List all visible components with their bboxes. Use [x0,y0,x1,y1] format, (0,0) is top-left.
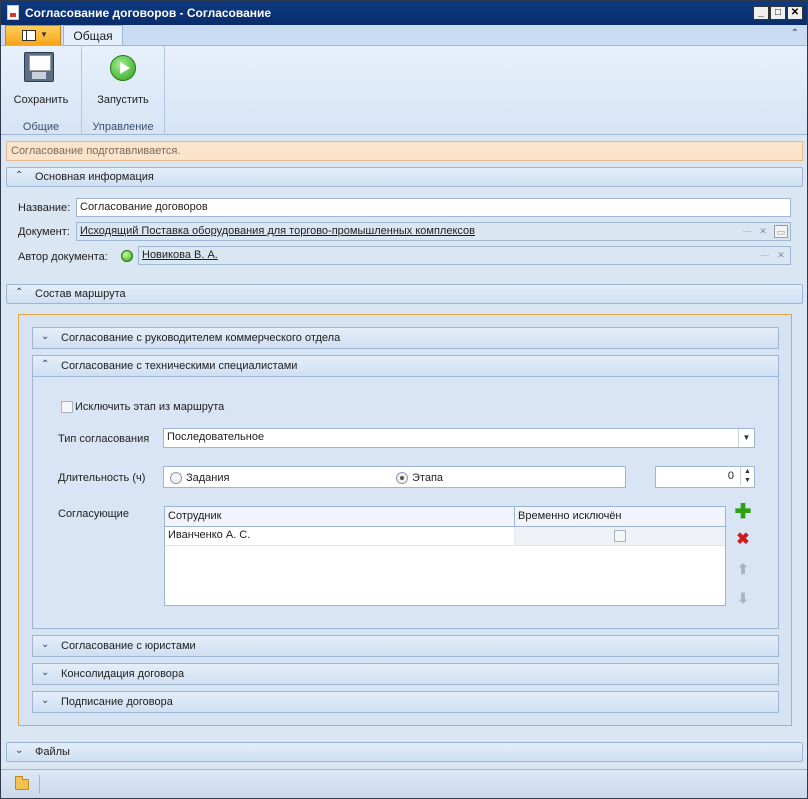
name-field[interactable]: Согласование договоров [76,198,791,217]
chevron-down-icon: ▼ [40,30,48,39]
approvers-grid: Сотрудник Временно исключён Иванченко А.… [164,506,726,606]
radio-stage-label: Этапа [412,472,444,484]
app-menu-button[interactable]: ▼ [5,25,61,45]
duration-spinner[interactable]: 0 ▲ ▼ [655,466,755,488]
author-field[interactable]: Новикова В. А. ⋯ ✕ [138,246,791,265]
add-approver-button[interactable]: ✚ [732,501,754,523]
radio-tasks-label: Задания [186,472,230,484]
group-label-common: Общие [22,121,60,133]
stage-label: Согласование с техническими специалистам… [61,360,298,372]
maximize-button[interactable]: □ [770,6,786,20]
name-label: Название: [18,202,71,214]
approval-type-label: Тип согласования [58,433,150,445]
bottom-toolbar [1,769,807,798]
chevron-up-icon: ⌃ [41,359,50,370]
approvers-label: Согласующие [58,508,129,520]
exclude-stage-label: Исключить этап из маршрута [75,401,225,413]
move-up-button[interactable]: ⬆ [732,558,754,580]
approval-type-value: Последовательное [167,431,265,443]
stage-item[interactable]: ⌄ Консолидация договора [32,663,779,685]
toolbar-divider [39,775,40,793]
spinner-arrows-icon[interactable]: ▲ ▼ [740,467,754,485]
minimize-button[interactable]: _ [753,6,769,20]
radio-stage[interactable] [396,472,408,484]
duration-mode-group: Задания Этапа [163,466,626,488]
close-button[interactable]: ✕ [787,6,803,20]
ribbon-group-common: Сохранить Общие [1,46,82,135]
move-down-button[interactable]: ⬇ [732,587,754,609]
folder-icon[interactable] [15,776,29,790]
delete-approver-button[interactable]: ✖ [732,529,754,551]
document-label: Документ: [18,226,70,238]
basic-info-header[interactable]: ⌃ Основная информация [6,167,803,187]
chevron-down-icon[interactable]: ▼ [738,429,754,447]
save-label: Сохранить [13,94,69,106]
column-header-excluded[interactable]: Временно исключён [515,507,725,527]
ribbon-group-control: Запустить Управление [82,46,165,135]
arrow-up-icon: ⬆ [737,561,749,577]
stage-details: Исключить этап из маршрута Тип согласова… [32,377,779,629]
run-label: Запустить [97,94,149,106]
duration-value: 0 [727,470,734,482]
document-field[interactable]: Исходящий Поставка оборудования для торг… [76,222,791,241]
document-icon [7,5,19,20]
chevron-down-icon: ⌄ [41,639,50,650]
save-button[interactable]: Сохранить [7,50,75,110]
stage-item[interactable]: ⌄ Подписание договора [32,691,779,713]
stage-label: Консолидация договора [61,668,185,680]
open-document-icon[interactable]: ▭ [774,225,788,238]
route-header[interactable]: ⌃ Состав маршрута [6,284,803,304]
chevron-up-icon: ⌃ [15,170,24,181]
duration-label: Длительность (ч) [58,472,146,484]
status-message: Согласование подготавливается. [6,141,803,161]
more-icon[interactable]: ⋯ [758,249,772,262]
radio-tasks[interactable] [170,472,182,484]
route-stages-area: ⌄ Согласование с руководителем коммерчес… [18,314,792,726]
layout-icon [22,30,36,41]
stage-item[interactable]: ⌄ Согласование с юристами [32,635,779,657]
chevron-down-icon: ⌄ [41,695,50,706]
ribbon: Сохранить Общие Запустить Управление [1,45,807,135]
group-label-control: Управление [92,121,154,133]
plus-icon: ✚ [734,501,752,523]
table-cell-excluded[interactable] [515,527,725,546]
stage-item-expanded[interactable]: ⌃ Согласование с техническими специалист… [32,355,779,377]
temporarily-excluded-checkbox[interactable] [614,530,626,542]
chevron-down-icon: ⌄ [15,745,24,756]
table-row[interactable]: Иванченко А. С. [165,527,515,546]
stage-label: Согласование с руководителем коммерческо… [61,332,341,344]
route-title: Состав маршрута [35,288,126,300]
approval-type-select[interactable]: Последовательное ▼ [163,428,755,448]
x-icon: ✖ [736,531,750,548]
tab-general[interactable]: Общая [63,25,123,46]
author-label: Автор документа: [18,251,108,263]
floppy-disk-icon [24,52,54,82]
title-bar: Согласование договоров - Согласование _ … [1,1,807,25]
arrow-down-icon: ⬇ [737,590,749,606]
app-window: Согласование договоров - Согласование _ … [0,0,808,799]
files-title: Файлы [35,746,70,758]
document-link[interactable]: Исходящий Поставка оборудования для торг… [80,225,475,237]
stage-item[interactable]: ⌄ Согласование с руководителем коммерчес… [32,327,779,349]
play-icon [110,55,136,81]
author-link[interactable]: Новикова В. А. [142,249,218,261]
ribbon-tabs: ▼ Общая ⌃ [1,25,807,46]
stage-label: Подписание договора [61,696,173,708]
run-button[interactable]: Запустить [79,50,167,110]
chevron-down-icon: ⌄ [41,667,50,678]
collapse-ribbon-icon[interactable]: ⌃ [791,28,799,39]
status-online-icon [121,250,133,262]
basic-info-title: Основная информация [35,171,154,183]
column-header-employee[interactable]: Сотрудник [165,507,515,527]
window-title: Согласование договоров - Согласование [25,6,272,20]
chevron-down-icon: ⌄ [41,331,50,342]
clear-icon[interactable]: ✕ [774,249,788,262]
stage-label: Согласование с юристами [61,640,196,652]
exclude-stage-checkbox[interactable] [61,401,73,413]
chevron-up-icon: ⌃ [15,287,24,298]
more-icon[interactable]: ⋯ [740,225,754,238]
clear-icon[interactable]: ✕ [756,225,770,238]
files-header[interactable]: ⌄ Файлы [6,742,803,762]
